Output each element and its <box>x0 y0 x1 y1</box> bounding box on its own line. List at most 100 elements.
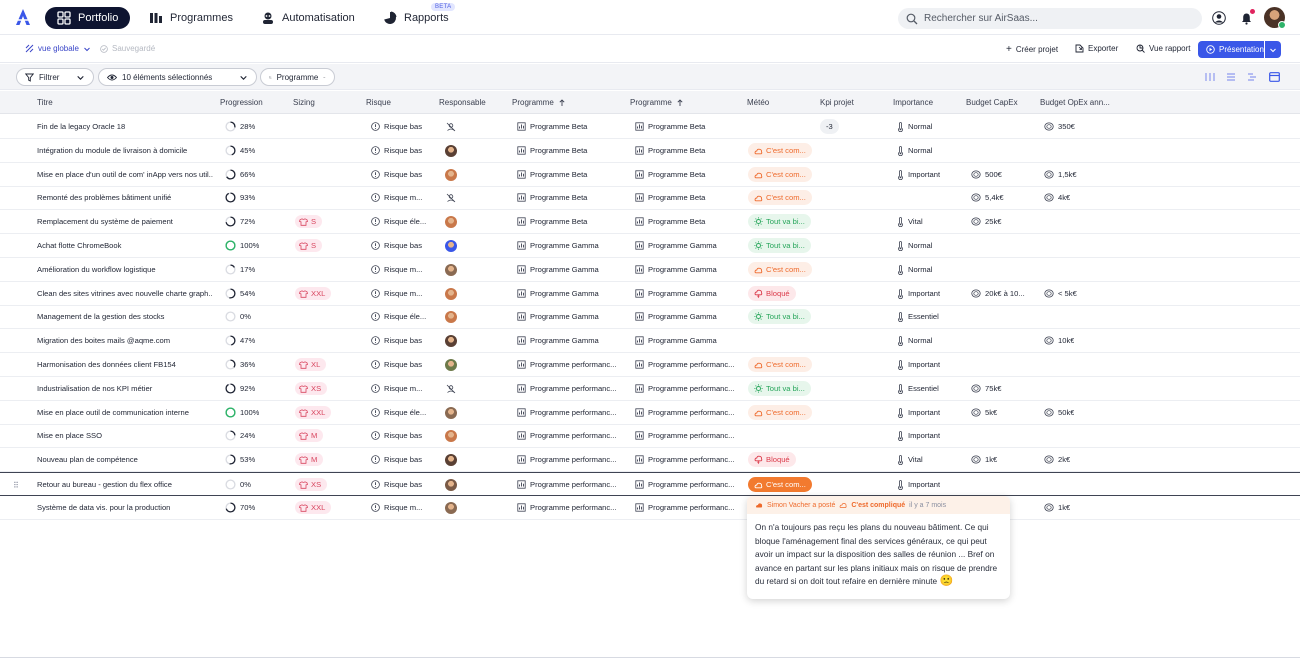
tab-portfolio[interactable]: Portfolio <box>45 7 131 29</box>
col-programme-2[interactable]: Programme <box>630 98 684 107</box>
row-title[interactable]: Migration des boites mails @aqme.com <box>37 329 213 352</box>
row-responsible[interactable] <box>445 139 457 162</box>
row-risk[interactable]: Risque bas <box>371 473 422 496</box>
row-importance[interactable]: Important <box>897 353 940 376</box>
col-risque[interactable]: Risque <box>366 98 391 107</box>
row-title[interactable]: Clean des sites vitrines avec nouvelle c… <box>37 282 213 305</box>
row-progress[interactable]: 36% <box>225 353 255 376</box>
row-sizing[interactable]: XXL <box>295 401 332 424</box>
table-row[interactable]: Industrialisation de nos KPI métier 92% X… <box>0 377 1300 401</box>
col-meteo[interactable]: Météo <box>747 98 769 107</box>
row-progress[interactable]: 0% <box>225 305 251 328</box>
row-responsible[interactable] <box>445 305 457 328</box>
row-budget-capex[interactable]: 5k€ <box>971 401 1033 424</box>
row-responsible[interactable] <box>445 210 457 233</box>
row-sizing[interactable]: S <box>295 210 323 233</box>
row-budget-opex[interactable]: 350€ <box>1044 115 1075 138</box>
row-title[interactable]: Mise en place d'un outil de com' inApp v… <box>37 163 213 186</box>
row-progress[interactable]: 53% <box>225 448 255 471</box>
row-risk[interactable]: Risque éle... <box>371 401 426 424</box>
row-meteo[interactable]: C'est com... <box>748 186 812 209</box>
row-programme-1[interactable]: Programme Beta <box>517 186 625 209</box>
row-risk[interactable]: Risque éle... <box>371 210 426 233</box>
row-progress[interactable]: 24% <box>225 424 255 447</box>
row-title[interactable]: Harmonisation des données client FB154 <box>37 353 213 376</box>
tab-programmes[interactable]: Programmes <box>137 7 245 29</box>
row-risk[interactable]: Risque m... <box>371 496 422 519</box>
row-sizing[interactable]: XXL <box>295 496 332 519</box>
row-title[interactable]: Amélioration du workflow logistique <box>37 258 213 281</box>
row-responsible[interactable] <box>445 353 457 376</box>
row-sizing[interactable]: M <box>295 448 324 471</box>
table-row[interactable]: Remplacement du système de paiement 72% S… <box>0 210 1300 234</box>
row-progress[interactable]: 0% <box>225 473 251 496</box>
presentation-dropdown[interactable] <box>1265 41 1281 58</box>
row-importance[interactable]: Important <box>897 282 940 305</box>
row-risk[interactable]: Risque m... <box>371 186 422 209</box>
report-view-button[interactable]: Vue rapport <box>1136 44 1191 53</box>
row-responsible[interactable] <box>446 186 456 209</box>
row-importance[interactable]: Normal <box>897 115 932 138</box>
row-progress[interactable]: 28% <box>225 115 255 138</box>
table-view-icon[interactable] <box>1268 71 1280 83</box>
row-programme-2[interactable]: Programme performanc... <box>635 401 743 424</box>
row-meteo[interactable]: Bloqué <box>748 282 796 305</box>
row-title[interactable]: Fin de la legacy Oracle 18 <box>37 115 213 138</box>
row-meteo[interactable]: C'est com... <box>748 139 812 162</box>
table-row[interactable]: Management de la gestion des stocks 0% R… <box>0 305 1300 329</box>
row-title[interactable]: Mise en place SSO <box>37 424 213 447</box>
row-programme-2[interactable]: Programme Gamma <box>635 305 743 328</box>
row-budget-opex[interactable]: 1k€ <box>1044 496 1070 519</box>
row-title[interactable]: Remplacement du système de paiement <box>37 210 213 233</box>
col-responsable[interactable]: Responsable <box>439 98 486 107</box>
row-meteo[interactable]: C'est com... <box>748 163 812 186</box>
row-budget-capex[interactable]: 500€ <box>971 163 1033 186</box>
table-row[interactable]: Mise en place SSO 24% M Risque bas Program… <box>0 424 1300 448</box>
row-budget-opex[interactable]: 4k€ <box>1044 186 1070 209</box>
table-row[interactable]: Système de data vis. pour la production … <box>0 496 1300 520</box>
row-importance[interactable]: Important <box>897 401 940 424</box>
row-importance[interactable]: Vital <box>897 448 923 471</box>
row-responsible[interactable] <box>446 377 456 400</box>
row-progress[interactable]: 17% <box>225 258 255 281</box>
row-programme-2[interactable]: Programme performanc... <box>635 377 743 400</box>
col-kpi[interactable]: Kpi projet <box>820 98 854 107</box>
row-importance[interactable]: Normal <box>897 258 932 281</box>
row-meteo[interactable]: Tout va bi... <box>748 234 811 257</box>
row-budget-capex[interactable]: 5,4k€ <box>971 186 1033 209</box>
row-responsible[interactable] <box>445 424 457 447</box>
row-programme-1[interactable]: Programme performanc... <box>517 353 625 376</box>
row-programme-1[interactable]: Programme performanc... <box>517 377 625 400</box>
table-row[interactable]: Nouveau plan de compétence 53% M Risque b… <box>0 448 1300 472</box>
row-risk[interactable]: Risque bas <box>371 424 422 447</box>
row-progress[interactable]: 93% <box>225 186 255 209</box>
row-programme-1[interactable]: Programme Gamma <box>517 282 625 305</box>
row-programme-2[interactable]: Programme Gamma <box>635 234 743 257</box>
row-budget-opex[interactable]: 2k€ <box>1044 448 1070 471</box>
row-importance[interactable]: Essentiel <box>897 377 939 400</box>
row-budget-capex[interactable]: 20k€ à 10... <box>971 282 1033 305</box>
row-title[interactable]: Industrialisation de nos KPI métier <box>37 377 213 400</box>
columns-view-icon[interactable] <box>1204 71 1216 83</box>
user-avatar[interactable] <box>1264 7 1286 29</box>
table-row[interactable]: Migration des boites mails @aqme.com 47%… <box>0 329 1300 353</box>
row-progress[interactable]: 100% <box>225 234 259 257</box>
row-importance[interactable]: Important <box>897 424 940 447</box>
row-progress[interactable]: 45% <box>225 139 255 162</box>
airsaas-logo[interactable] <box>14 8 32 26</box>
drag-handle-icon[interactable]: ⠿ <box>13 481 19 490</box>
row-programme-1[interactable]: Programme Gamma <box>517 258 625 281</box>
row-risk[interactable]: Risque éle... <box>371 305 426 328</box>
row-budget-opex[interactable]: 1,5k€ <box>1044 163 1077 186</box>
row-meteo[interactable]: Tout va bi... <box>748 210 811 233</box>
col-budget-opex[interactable]: Budget OpEx ann... <box>1040 98 1110 107</box>
table-row[interactable]: Achat flotte ChromeBook 100% S Risque bas… <box>0 234 1300 258</box>
visible-elements-select[interactable]: 10 éléments sélectionnés <box>98 68 257 86</box>
profile-icon[interactable] <box>1210 9 1228 27</box>
filter-button[interactable]: Filtrer <box>16 68 94 86</box>
row-programme-1[interactable]: Programme performanc... <box>517 401 625 424</box>
table-row[interactable]: Amélioration du workflow logistique 17% … <box>0 258 1300 282</box>
row-programme-1[interactable]: Programme performanc... <box>517 424 625 447</box>
row-programme-2[interactable]: Programme performanc... <box>635 496 743 519</box>
group-by-select[interactable]: Programme <box>260 68 335 86</box>
